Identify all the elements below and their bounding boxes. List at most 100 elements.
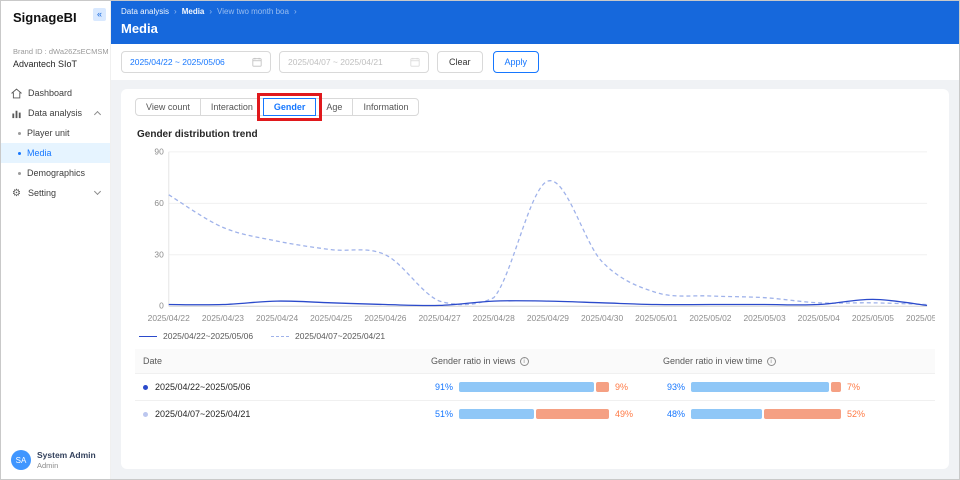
- svg-text:2025/04/24: 2025/04/24: [256, 313, 298, 323]
- bullet-icon: [18, 172, 21, 175]
- svg-text:2025/05/03: 2025/05/03: [743, 313, 785, 323]
- female-bar: [831, 382, 841, 392]
- svg-text:90: 90: [154, 146, 164, 156]
- tab-gender[interactable]: Gender: [263, 98, 317, 116]
- row-date-label: 2025/04/07~2025/04/21: [155, 409, 250, 419]
- gender-trend-chart: 03060902025/04/222025/04/232025/04/24202…: [135, 142, 935, 330]
- tab-gender-label: Gender: [274, 102, 306, 112]
- apply-button[interactable]: Apply: [493, 51, 540, 73]
- svg-text:2025/04/28: 2025/04/28: [473, 313, 515, 323]
- female-percent: 7%: [847, 382, 860, 392]
- date-range-picker-compare[interactable]: 2025/04/07 ~ 2025/04/21: [279, 51, 429, 73]
- user-block[interactable]: SA System Admin Admin: [11, 450, 96, 470]
- ratio-bar: [459, 382, 609, 392]
- sidebar-item-demographics[interactable]: Demographics: [1, 163, 110, 183]
- svg-text:30: 30: [154, 249, 164, 259]
- column-header-label: Gender ratio in views: [431, 356, 516, 366]
- male-percent: 91%: [431, 382, 453, 392]
- column-header-view-time: Gender ratio in view time i: [655, 349, 935, 374]
- series-dot-icon: [143, 412, 148, 417]
- svg-text:2025/04/27: 2025/04/27: [419, 313, 461, 323]
- ratio-bar: [459, 409, 609, 419]
- info-icon[interactable]: i: [767, 357, 776, 366]
- view-time-ratio-cell: 93% 7%: [663, 382, 927, 392]
- male-bar: [459, 409, 534, 419]
- date-range-picker-primary[interactable]: 2025/04/22 ~ 2025/05/06: [121, 51, 271, 73]
- tab-age[interactable]: Age: [315, 98, 353, 116]
- brand-id: Brand ID : dWa26ZsECMSM: [13, 47, 98, 56]
- brand-name: Advantech SIoT: [13, 59, 98, 69]
- svg-text:0: 0: [159, 301, 164, 311]
- column-header-label: Gender ratio in view time: [663, 356, 763, 366]
- sidebar-item-media[interactable]: Media: [1, 143, 110, 163]
- sidebar-item-label: Dashboard: [28, 88, 72, 98]
- bar-chart-icon: [11, 108, 22, 119]
- tab-interaction[interactable]: Interaction: [200, 98, 264, 116]
- avatar: SA: [11, 450, 31, 470]
- sidebar: SignageBI « Brand ID : dWa26ZsECMSM Adva…: [1, 1, 111, 479]
- svg-text:2025/04/23: 2025/04/23: [202, 313, 244, 323]
- sidebar-item-label: Setting: [28, 188, 56, 198]
- breadcrumb-current: View two month boa: [217, 7, 289, 16]
- chart-legend: 2025/04/22~2025/05/06 2025/04/07~2025/04…: [139, 331, 935, 341]
- bullet-icon: [18, 132, 21, 135]
- legend-item-current[interactable]: 2025/04/22~2025/05/06: [139, 331, 253, 341]
- tab-bar: View count Interaction Gender Age Inform…: [135, 98, 935, 116]
- table-row: 2025/04/22~2025/05/06 91% 9%: [135, 374, 935, 401]
- svg-text:2025/04/30: 2025/04/30: [581, 313, 623, 323]
- male-percent: 93%: [663, 382, 685, 392]
- date-range-value: 2025/04/07 ~ 2025/04/21: [288, 57, 383, 67]
- female-bar: [764, 409, 841, 419]
- sidebar-item-setting[interactable]: ⚙ Setting: [1, 183, 110, 203]
- view-time-ratio-cell: 48% 52%: [663, 409, 927, 419]
- legend-item-compare[interactable]: 2025/04/07~2025/04/21: [271, 331, 385, 341]
- gear-icon: ⚙: [11, 188, 22, 199]
- female-bar: [596, 382, 609, 392]
- sidebar-item-player-unit[interactable]: Player unit: [1, 123, 110, 143]
- date-cell: 2025/04/07~2025/04/21: [143, 409, 415, 419]
- dashed-line-swatch-icon: [271, 336, 289, 337]
- legend-label: 2025/04/07~2025/04/21: [295, 331, 385, 341]
- clear-button[interactable]: Clear: [437, 51, 483, 73]
- female-percent: 9%: [615, 382, 628, 392]
- chevron-up-icon: [94, 111, 101, 118]
- female-percent: 49%: [615, 409, 633, 419]
- info-icon[interactable]: i: [520, 357, 529, 366]
- column-header-date: Date: [135, 349, 423, 374]
- breadcrumb: Data analysis › Media › View two month b…: [121, 7, 949, 16]
- filter-bar: 2025/04/22 ~ 2025/05/06 2025/04/07 ~ 202…: [111, 44, 959, 80]
- chevron-right-icon: ›: [294, 7, 297, 16]
- male-bar: [459, 382, 594, 392]
- sidebar-item-dashboard[interactable]: Dashboard: [1, 83, 110, 103]
- content-area: View count Interaction Gender Age Inform…: [111, 80, 959, 479]
- breadcrumb-data-analysis[interactable]: Data analysis: [121, 7, 169, 16]
- page-title: Media: [121, 21, 949, 36]
- table-row: 2025/04/07~2025/04/21 51% 49%: [135, 401, 935, 428]
- sidebar-item-data-analysis[interactable]: Data analysis: [1, 103, 110, 123]
- svg-text:2025/05/01: 2025/05/01: [635, 313, 677, 323]
- sidebar-collapse-icon[interactable]: «: [93, 8, 106, 21]
- sidebar-item-label: Demographics: [27, 168, 85, 178]
- chevron-down-icon: [94, 188, 101, 195]
- breadcrumb-media[interactable]: Media: [182, 7, 205, 16]
- top-header: Data analysis › Media › View two month b…: [111, 1, 959, 44]
- sidebar-item-label: Media: [27, 148, 52, 158]
- svg-text:2025/04/26: 2025/04/26: [364, 313, 406, 323]
- sidebar-item-label: Player unit: [27, 128, 70, 138]
- svg-text:2025/05/05: 2025/05/05: [852, 313, 894, 323]
- brand-block: Brand ID : dWa26ZsECMSM Advantech SIoT: [1, 33, 110, 73]
- sidebar-item-label: Data analysis: [28, 108, 82, 118]
- tab-view-count[interactable]: View count: [135, 98, 201, 116]
- svg-text:2025/05/04: 2025/05/04: [798, 313, 840, 323]
- svg-text:2025/04/29: 2025/04/29: [527, 313, 569, 323]
- tab-information[interactable]: Information: [352, 98, 419, 116]
- calendar-icon: [410, 57, 420, 67]
- gender-ratio-table: Date Gender ratio in views i Gender ratio…: [135, 349, 935, 427]
- main-area: Data analysis › Media › View two month b…: [111, 1, 959, 479]
- chevron-right-icon: ›: [209, 7, 212, 16]
- media-card: View count Interaction Gender Age Inform…: [121, 89, 949, 469]
- date-range-value: 2025/04/22 ~ 2025/05/06: [130, 57, 225, 67]
- svg-text:2025/05/02: 2025/05/02: [689, 313, 731, 323]
- sidebar-nav: Dashboard Data analysis Player unit Medi…: [1, 83, 110, 203]
- male-bar: [691, 409, 762, 419]
